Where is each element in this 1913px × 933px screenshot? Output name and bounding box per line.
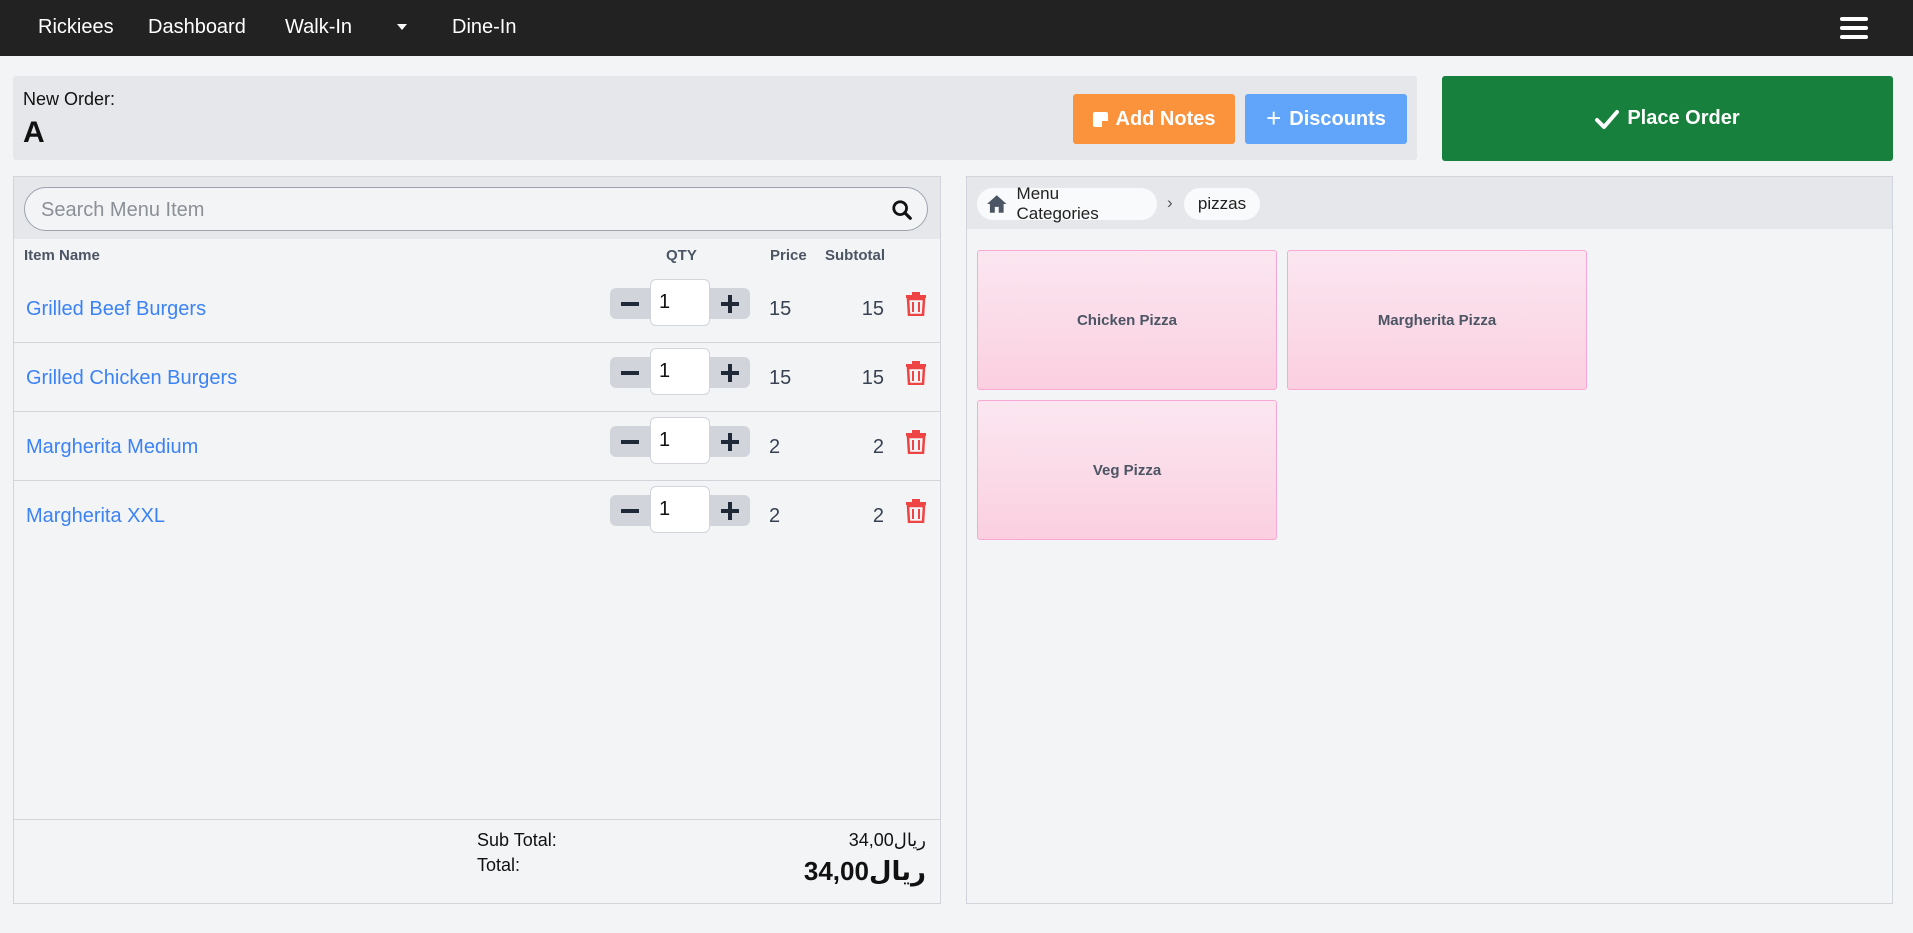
plus-icon: [721, 432, 739, 451]
top-navbar: Rickiees Dashboard Walk-In Dine-In: [0, 0, 1913, 56]
breadcrumb-root-label: Menu Categories: [1016, 184, 1099, 223]
search-input[interactable]: [41, 198, 861, 222]
trash-icon[interactable]: [905, 292, 927, 316]
table-row: Grilled Beef Burgers 15 15: [14, 274, 940, 343]
sticky-note-icon: [1092, 111, 1108, 127]
order-label: New Order:: [23, 89, 116, 109]
discounts-button[interactable]: + Discounts: [1245, 94, 1407, 144]
item-price: 15: [769, 367, 792, 389]
increment-button[interactable]: [710, 357, 750, 388]
order-items-panel: Item Name QTY Price Subtotal Grilled Bee…: [13, 176, 941, 904]
plus-icon: [721, 294, 739, 313]
increment-button[interactable]: [710, 426, 750, 457]
item-price: 2: [769, 505, 781, 527]
increment-button[interactable]: [710, 495, 750, 526]
breadcrumb-pizzas[interactable]: pizzas: [1184, 188, 1260, 220]
quantity-stepper: [610, 417, 750, 464]
place-order-label: Place Order: [1627, 107, 1740, 129]
sub-total-label: Sub Total:: [477, 830, 557, 850]
item-name-link[interactable]: Margherita Medium: [26, 436, 198, 459]
quantity-stepper: [610, 486, 750, 533]
table-row: Margherita Medium 2 2: [14, 412, 940, 481]
place-order-button[interactable]: Place Order: [1442, 76, 1893, 161]
chevron-right-icon: ›: [1167, 193, 1173, 212]
add-notes-label: Add Notes: [1115, 107, 1216, 130]
item-name-link[interactable]: Grilled Beef Burgers: [26, 298, 206, 321]
quantity-input[interactable]: [650, 417, 710, 464]
plus-icon: [721, 501, 739, 520]
item-subtotal: 2: [872, 505, 884, 527]
decrement-button[interactable]: [610, 288, 650, 319]
nav-dashboard[interactable]: Dashboard: [148, 16, 246, 39]
order-totals: Sub Total: 34,00ريال Total: 34,00ريال: [14, 819, 940, 903]
brand-link[interactable]: Rickiees: [38, 16, 114, 39]
quantity-stepper: [610, 348, 750, 395]
table-row: Margherita XXL 2 2: [14, 481, 940, 550]
total-value: 34,00ريال: [803, 856, 926, 886]
home-icon: [987, 195, 1007, 213]
menu-item-tile[interactable]: Veg Pizza: [977, 400, 1277, 540]
menu-panel: Menu Categories › pizzas Chicken Pizza M…: [966, 176, 1893, 904]
trash-icon[interactable]: [905, 361, 927, 385]
item-price: 2: [769, 436, 781, 458]
minus-icon: [621, 370, 639, 375]
quantity-stepper: [610, 279, 750, 326]
checkmark-icon: [1595, 109, 1620, 129]
quantity-input[interactable]: [650, 279, 710, 326]
breadcrumb: Menu Categories › pizzas: [967, 177, 1892, 229]
total-label: Total:: [477, 855, 521, 875]
item-subtotal: 2: [872, 436, 884, 458]
minus-icon: [621, 439, 639, 444]
search-icon[interactable]: [891, 199, 913, 221]
hamburger-menu-icon[interactable]: [1840, 17, 1868, 39]
add-notes-button[interactable]: Add Notes: [1073, 94, 1235, 144]
item-name-link[interactable]: Grilled Chicken Burgers: [26, 367, 237, 390]
breadcrumb-menu-categories[interactable]: Menu Categories: [977, 184, 1157, 223]
item-subtotal: 15: [861, 298, 884, 320]
nav-dine-in[interactable]: Dine-In: [452, 16, 516, 39]
header-price: Price: [770, 247, 807, 264]
header-item-name: Item Name: [24, 247, 100, 264]
quantity-input[interactable]: [650, 486, 710, 533]
search-box: [24, 187, 928, 231]
item-subtotal: 15: [861, 367, 884, 389]
menu-item-tile[interactable]: Margherita Pizza: [1287, 250, 1587, 390]
plus-icon: +: [1266, 102, 1282, 133]
decrement-button[interactable]: [610, 357, 650, 388]
discounts-label: Discounts: [1289, 107, 1386, 130]
quantity-input[interactable]: [650, 348, 710, 395]
item-name-link[interactable]: Margherita XXL: [26, 505, 165, 528]
nav-walk-in[interactable]: Walk-In: [285, 16, 352, 39]
plus-icon: [721, 363, 739, 382]
trash-icon[interactable]: [905, 430, 927, 454]
search-area: [14, 177, 940, 239]
dropdown-caret-icon[interactable]: [397, 24, 407, 30]
decrement-button[interactable]: [610, 426, 650, 457]
header-subtotal: Subtotal: [825, 247, 885, 264]
trash-icon[interactable]: [905, 499, 927, 523]
table-row: Grilled Chicken Burgers 15 15: [14, 343, 940, 412]
sub-total-value: 34,00ريال: [848, 830, 926, 850]
item-price: 15: [769, 298, 792, 320]
order-name: A: [23, 116, 45, 149]
menu-item-tile[interactable]: Chicken Pizza: [977, 250, 1277, 390]
increment-button[interactable]: [710, 288, 750, 319]
minus-icon: [621, 301, 639, 306]
header-qty: QTY: [666, 247, 697, 264]
decrement-button[interactable]: [610, 495, 650, 526]
minus-icon: [621, 508, 639, 513]
